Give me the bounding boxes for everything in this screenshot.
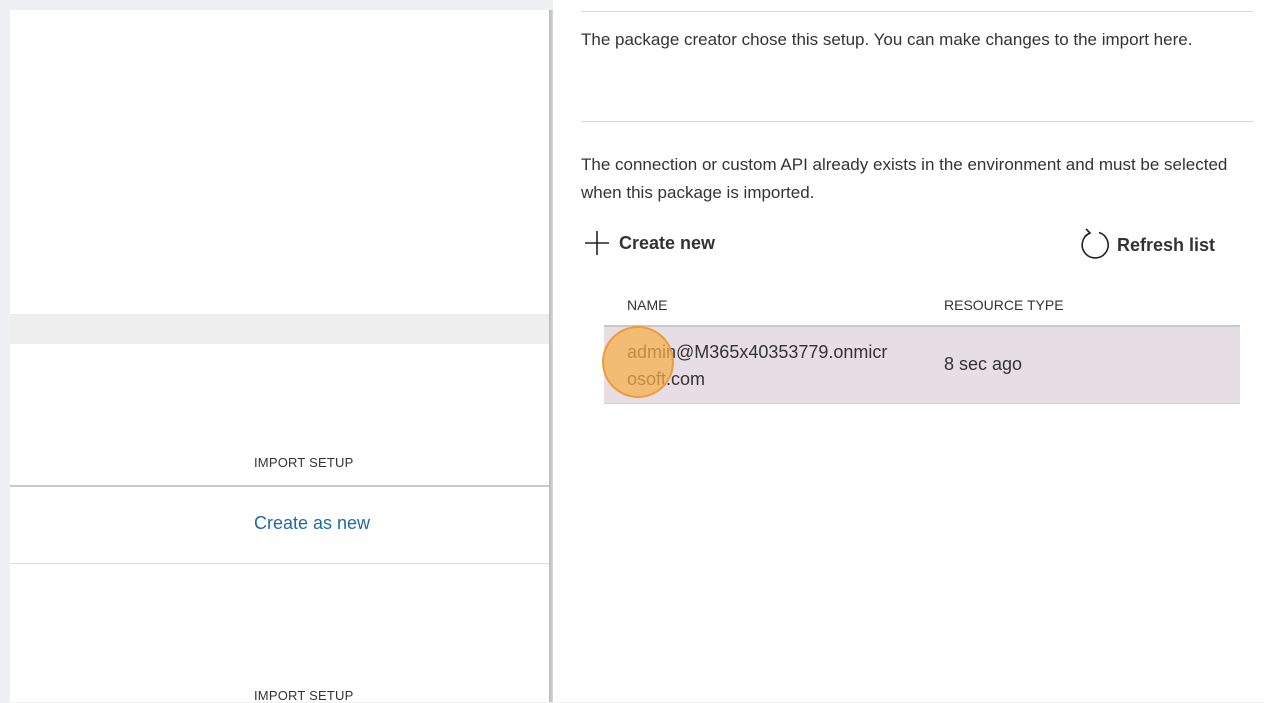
create-as-new-link[interactable]: Create as new xyxy=(254,513,370,534)
connection-text: The connection or custom API already exi… xyxy=(581,155,1228,202)
create-new-button[interactable]: Create new xyxy=(583,229,715,257)
import-setup-header-2: IMPORT SETUP xyxy=(254,688,354,703)
section-divider xyxy=(581,121,1253,122)
refresh-icon xyxy=(1079,227,1111,263)
highlight-band xyxy=(10,314,550,344)
row-resource-type-cell: 8 sec ago xyxy=(944,354,1023,374)
row-divider xyxy=(604,403,1240,404)
column-header-resource-type[interactable]: RESOURCE TYPE xyxy=(944,297,1064,313)
top-divider xyxy=(581,11,1253,12)
header-divider xyxy=(10,485,550,487)
click-indicator xyxy=(602,326,674,398)
resource-details-panel: The package creator chose this setup. Yo… xyxy=(553,0,1264,702)
plus-icon xyxy=(583,229,611,257)
refresh-list-label: Refresh list xyxy=(1117,234,1216,255)
row-divider xyxy=(10,563,550,564)
create-new-label: Create new xyxy=(619,232,716,253)
left-panel: IMPORT SETUP Create as new IMPORT SETUP xyxy=(10,10,550,703)
refresh-list-button[interactable]: Refresh list xyxy=(1079,227,1215,263)
column-header-name[interactable]: NAME xyxy=(627,297,667,313)
table-row[interactable]: admin@M365x40353779.onmicrosoft.com 8 se… xyxy=(604,327,1240,403)
import-setup-header: IMPORT SETUP xyxy=(254,455,354,470)
intro-text: The package creator chose this setup. Yo… xyxy=(581,30,1193,49)
